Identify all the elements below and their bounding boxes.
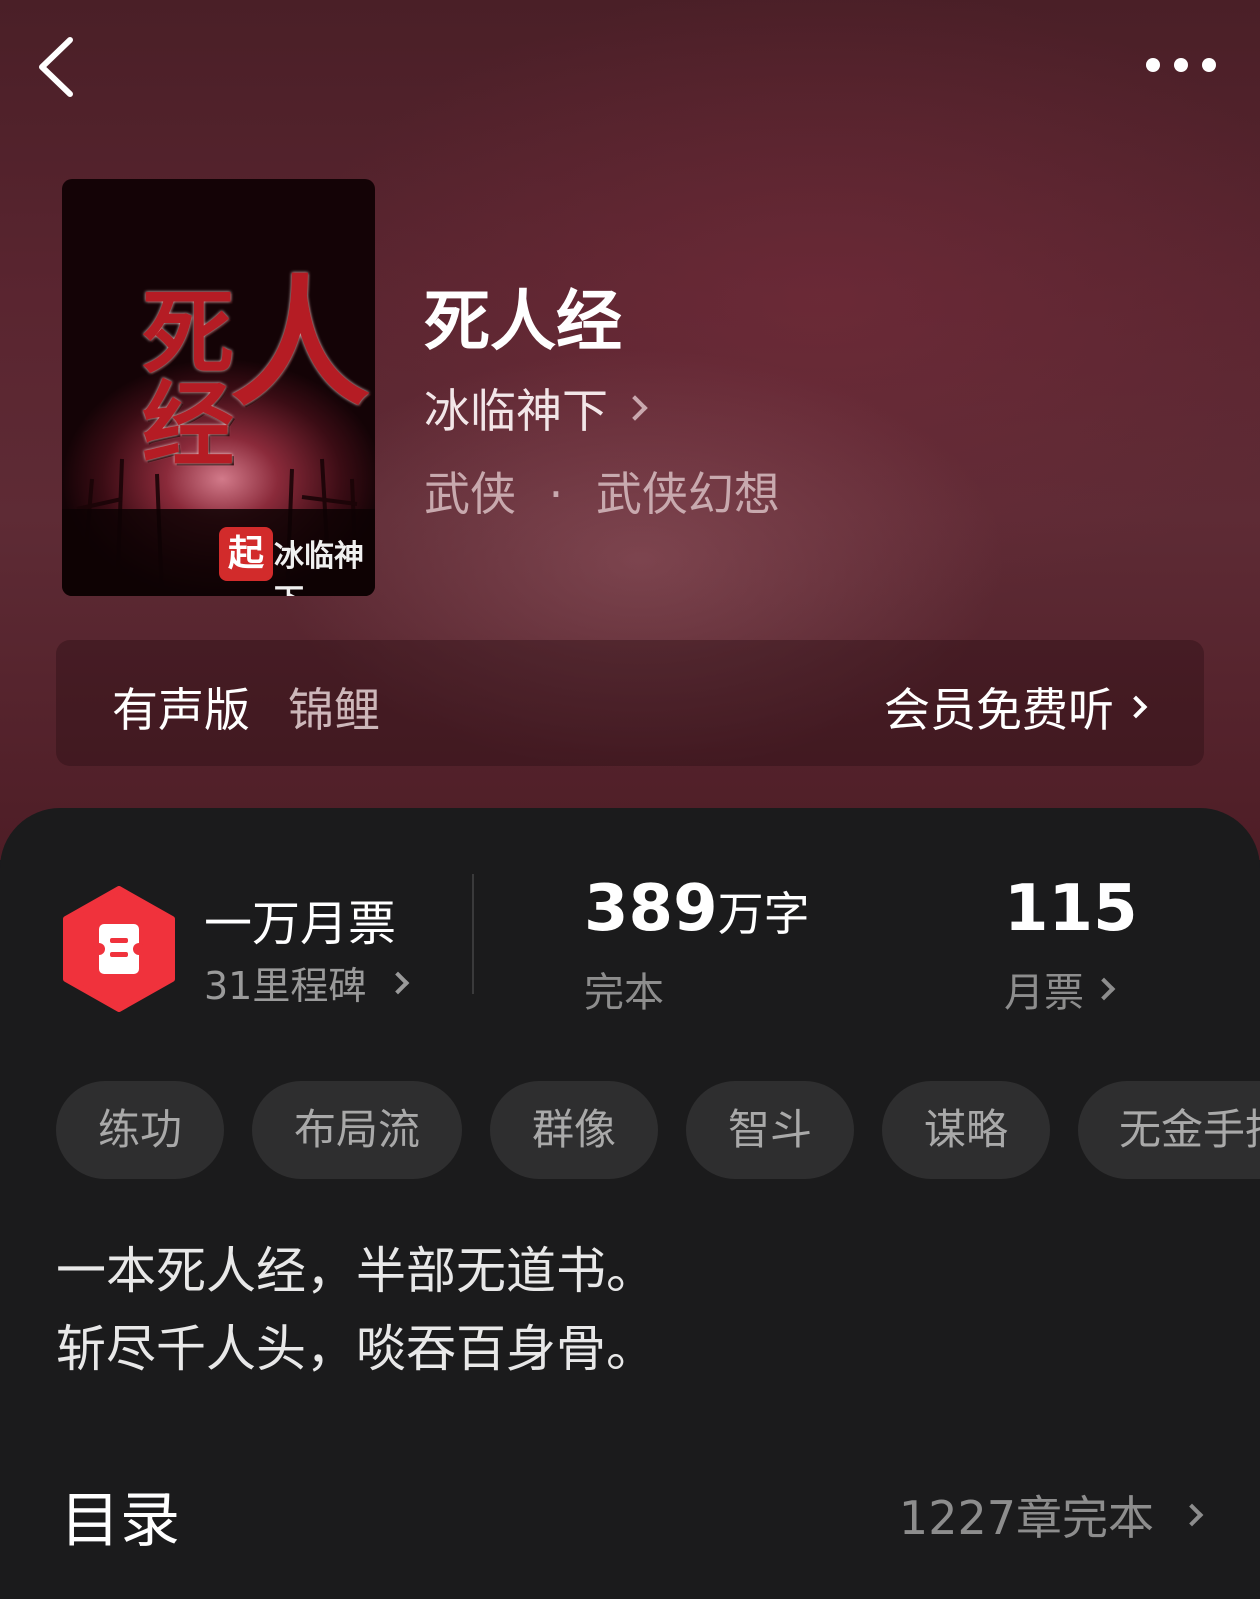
- tag-chip[interactable]: 智斗: [686, 1081, 854, 1179]
- word-count-value: 389: [584, 872, 718, 946]
- chevron-right-icon: [1180, 1503, 1204, 1527]
- ticket-title: 一万月票: [204, 896, 397, 952]
- genre-line: 武侠 · 武侠幻想: [424, 458, 780, 524]
- audio-narrator: 锦鲤: [288, 683, 380, 737]
- milestone-label: 31里程碑: [204, 964, 367, 1008]
- word-count: 389万字: [584, 872, 810, 946]
- chevron-right-icon: [1124, 695, 1148, 719]
- audio-free-listen-button[interactable]: 会员免费听: [884, 674, 1148, 740]
- more-dots-icon[interactable]: [1140, 50, 1230, 80]
- author-link[interactable]: 冰临神下: [424, 378, 648, 438]
- chevron-right-icon: [387, 971, 410, 994]
- audio-label: 有声版: [112, 683, 250, 737]
- tag-chip[interactable]: 群像: [490, 1081, 658, 1179]
- back-arrow-icon[interactable]: [30, 32, 90, 102]
- monthly-votes-count: 115: [1004, 872, 1138, 946]
- synopsis-line: 一本死人经，半部无道书。: [56, 1242, 656, 1300]
- subgenre: 武侠幻想: [595, 467, 780, 521]
- tag-chip[interactable]: 谋略: [882, 1081, 1050, 1179]
- completion-status: 完本: [584, 970, 664, 1016]
- monthly-votes-link[interactable]: 月票: [1004, 960, 1116, 1018]
- genre: 武侠: [424, 467, 516, 521]
- cover-title-char-2: 经: [142, 371, 235, 479]
- tag-chip[interactable]: 无金手指: [1078, 1081, 1260, 1179]
- author-name: 冰临神下: [424, 384, 608, 438]
- tag-list: 练功 布局流 群像 智斗 谋略 无金手指: [56, 1081, 1260, 1179]
- ticket-badge-icon[interactable]: [62, 886, 176, 1012]
- milestone-link[interactable]: 31里程碑: [204, 955, 410, 1010]
- toc-title: 目录: [60, 1486, 180, 1556]
- tag-chip[interactable]: 练功: [56, 1081, 224, 1179]
- toc-count-label: 1227章完本: [898, 1491, 1154, 1545]
- tag-chip[interactable]: 布局流: [252, 1081, 462, 1179]
- toc-chapter-count: 1227章完本: [898, 1482, 1204, 1548]
- genre-separator: ·: [548, 467, 564, 521]
- cover-title-char-3: 人: [230, 262, 371, 426]
- book-title: 死人经: [424, 283, 622, 360]
- stats-divider: [472, 874, 474, 994]
- monthly-votes-label: 月票: [1004, 970, 1084, 1016]
- audio-cta-label: 会员免费听: [884, 683, 1114, 737]
- book-cover[interactable]: 死 经 人 起 冰临神下: [62, 179, 375, 596]
- cover-brand-logo: 起: [219, 527, 273, 581]
- synopsis-line: 斩尽千人头，啖吞百身骨。: [56, 1320, 656, 1378]
- audio-version-bar[interactable]: 有声版 锦鲤 会员免费听: [56, 640, 1204, 766]
- chevron-right-icon: [1092, 977, 1116, 1001]
- chevron-right-icon: [622, 395, 648, 421]
- synopsis[interactable]: 一本死人经，半部无道书。 斩尽千人头，啖吞百身骨。: [56, 1232, 656, 1388]
- table-of-contents-row[interactable]: 目录 1227章完本: [0, 1460, 1260, 1560]
- word-count-unit: 万字: [717, 887, 810, 941]
- cover-author: 冰临神下: [274, 539, 364, 596]
